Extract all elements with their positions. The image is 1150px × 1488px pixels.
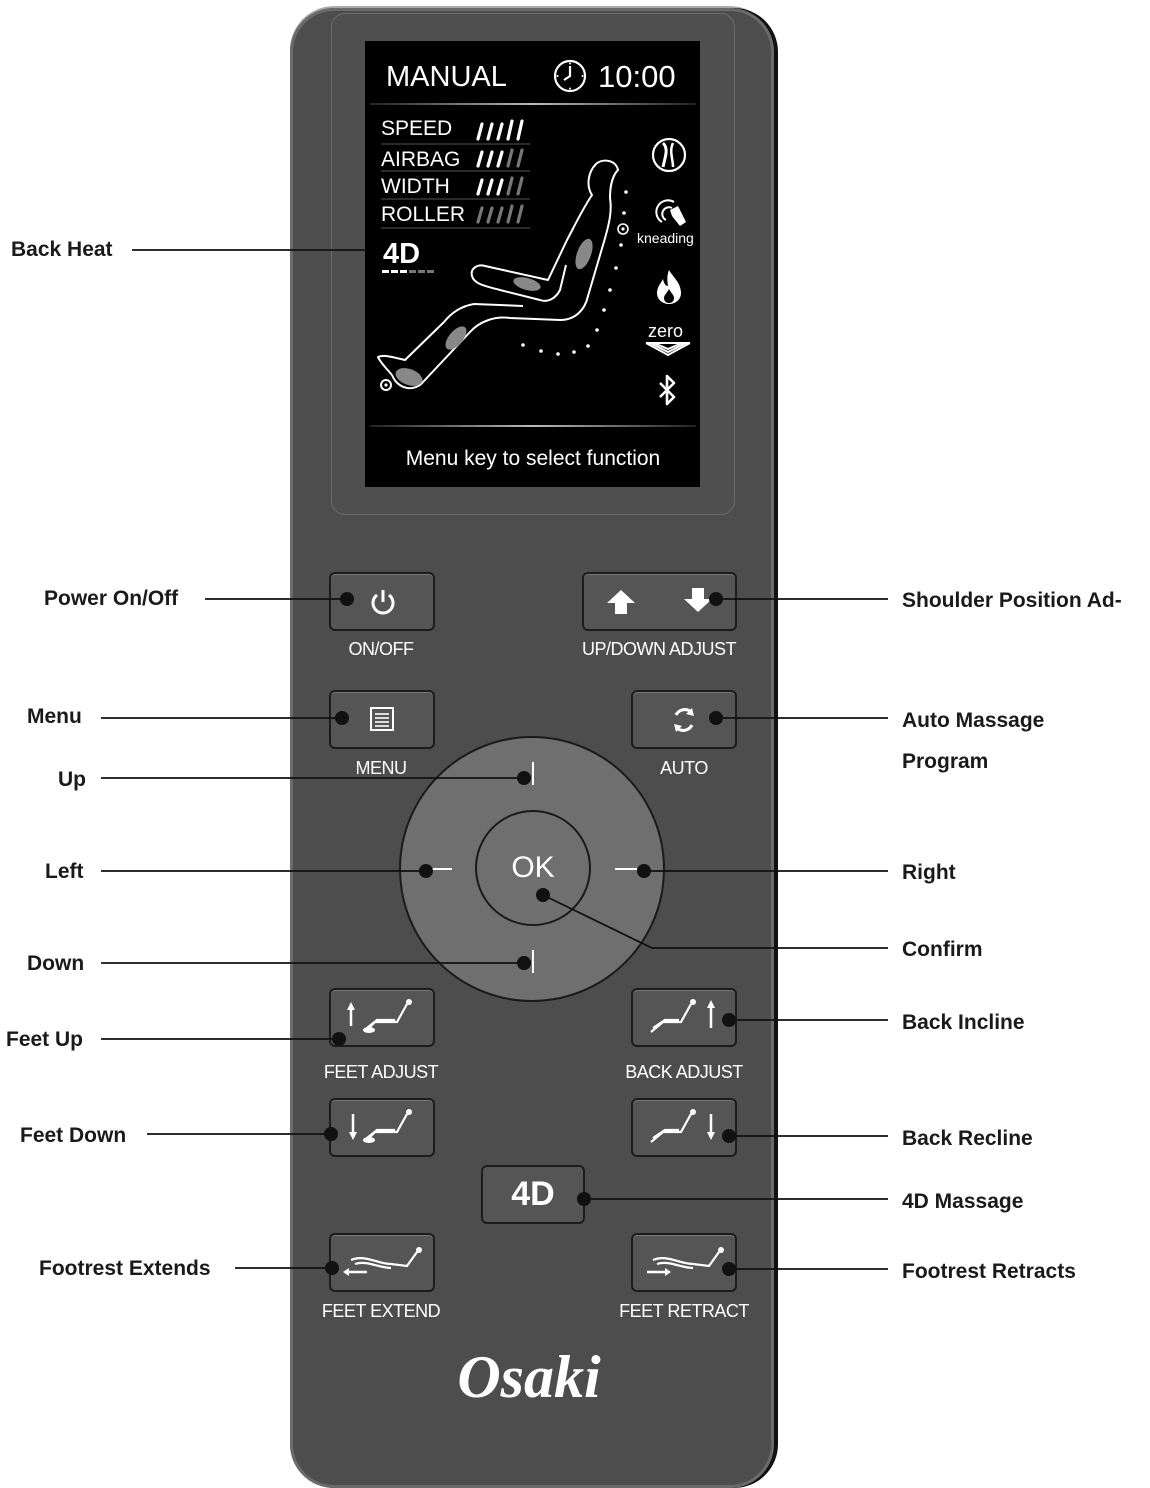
callout-confirm: Confirm bbox=[902, 938, 983, 961]
callout-footrest-extends: Footrest Extends bbox=[39, 1257, 211, 1280]
callout-back-heat: Back Heat bbox=[11, 238, 113, 261]
callout-back-recline: Back Recline bbox=[902, 1127, 1033, 1150]
callout-left: Left bbox=[45, 860, 84, 883]
callout-back-incline: Back Incline bbox=[902, 1011, 1025, 1034]
callout-4d-massage: 4D Massage bbox=[902, 1190, 1024, 1213]
callout-auto-line2: Program bbox=[902, 750, 989, 773]
callout-shoulder: Shoulder Position Ad- bbox=[902, 589, 1122, 612]
callout-up: Up bbox=[58, 768, 86, 791]
callout-down: Down bbox=[27, 952, 85, 975]
callout-power: Power On/Off bbox=[44, 587, 179, 610]
callout-feet-down: Feet Down bbox=[20, 1124, 127, 1147]
callout-feet-up: Feet Up bbox=[6, 1028, 84, 1051]
callout-right: Right bbox=[902, 861, 956, 884]
callout-auto-line1: Auto Massage bbox=[902, 709, 1045, 732]
callout-footrest-retracts: Footrest Retracts bbox=[902, 1260, 1076, 1283]
callout-menu: Menu bbox=[27, 705, 82, 728]
callout-leader-lines bbox=[101, 249, 888, 1276]
